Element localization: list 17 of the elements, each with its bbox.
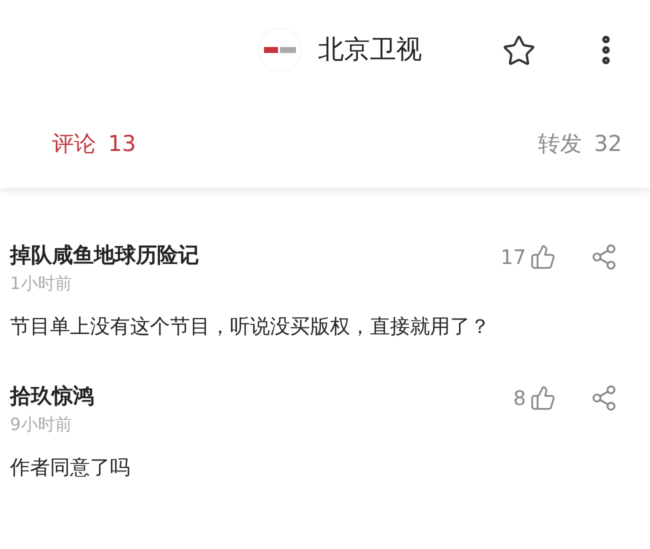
comment-author[interactable]: 掉队咸鱼地球历险记 — [10, 240, 501, 272]
share-icon[interactable] — [590, 243, 618, 271]
like-count: 8 — [513, 385, 526, 412]
comment-text: 作者同意了吗 — [10, 454, 131, 481]
comment-time: 9小时前 — [10, 414, 73, 436]
comment-author[interactable]: 拾玖惊鸿 — [10, 381, 514, 412]
tab[interactable]: 评论 13 — [52, 128, 136, 160]
tab[interactable]: 转发 32 — [538, 128, 622, 160]
like-icon[interactable] — [530, 244, 556, 270]
like-icon[interactable] — [530, 385, 556, 411]
share-icon[interactable] — [590, 384, 618, 412]
channel-title: 北京卫视 — [318, 34, 422, 66]
like-count: 17 — [500, 244, 526, 271]
comment-time: 1小时前 — [10, 272, 73, 296]
comment-text: 节目单上没有这个节目，听说没买版权，直接就用了？ — [10, 313, 491, 340]
channel-logo — [258, 28, 302, 72]
star-icon[interactable] — [502, 34, 536, 68]
